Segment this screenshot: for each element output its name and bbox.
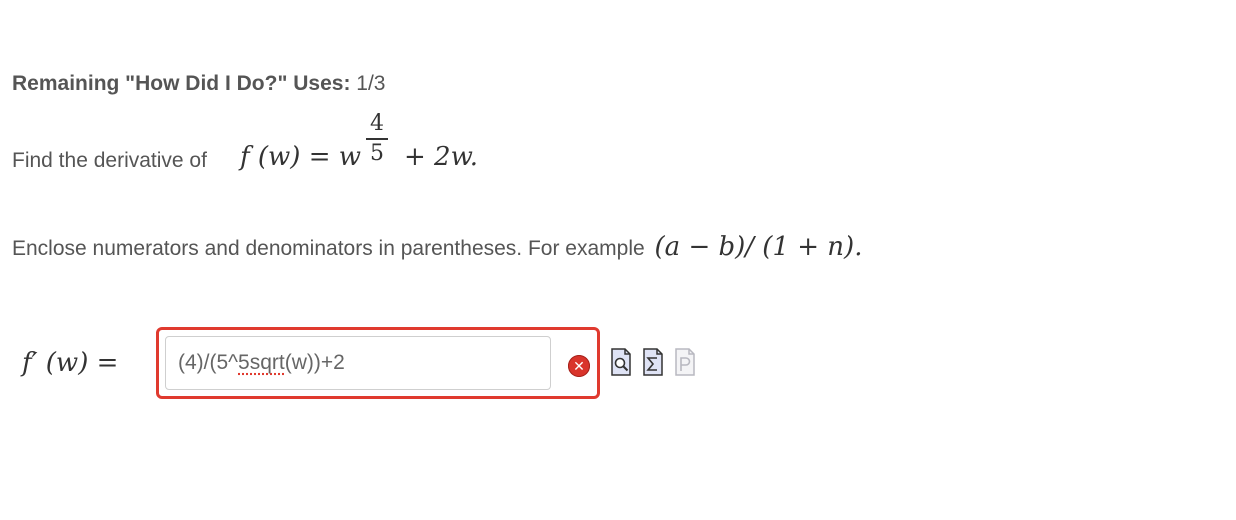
exponent-numerator: 4 <box>370 111 384 136</box>
answer-input-frame: (4)/(5^ 5sqrt (w))+2 <box>156 327 600 399</box>
hint-example: (a − b)/ (1 + n). <box>654 232 863 262</box>
question-prefix: Find the derivative of <box>12 149 207 172</box>
preview-document-icon[interactable] <box>610 347 632 377</box>
error-x-icon[interactable]: ✕ <box>568 355 590 377</box>
exponent-denominator: 5 <box>370 141 384 166</box>
answer-label: f′ (w) = <box>22 348 119 378</box>
exponent-fraction: 4 5 <box>366 112 388 166</box>
function-tail: + 2w. <box>404 142 479 172</box>
answer-input-flagged: 5sqrt <box>238 351 285 374</box>
hint-text: Enclose numerators and denominators in p… <box>12 232 862 262</box>
remaining-uses: Remaining "How Did I Do?" Uses: 1/3 <box>12 72 386 96</box>
remaining-uses-value: 1/3 <box>356 72 386 95</box>
equation-editor-icon[interactable] <box>642 347 664 377</box>
fraction-bar <box>366 138 388 140</box>
page: Remaining "How Did I Do?" Uses: 1/3 Find… <box>0 0 1236 520</box>
answer-input-suffix: (w))+2 <box>284 351 345 374</box>
answer-input[interactable]: (4)/(5^ 5sqrt (w))+2 <box>165 336 551 390</box>
hint-sentence: Enclose numerators and denominators in p… <box>12 237 645 260</box>
function-expression: f (w) = w <box>240 142 361 172</box>
help-document-icon[interactable] <box>674 347 696 377</box>
answer-input-prefix: (4)/(5^ <box>178 351 239 374</box>
remaining-uses-label: Remaining "How Did I Do?" Uses: <box>12 72 351 95</box>
